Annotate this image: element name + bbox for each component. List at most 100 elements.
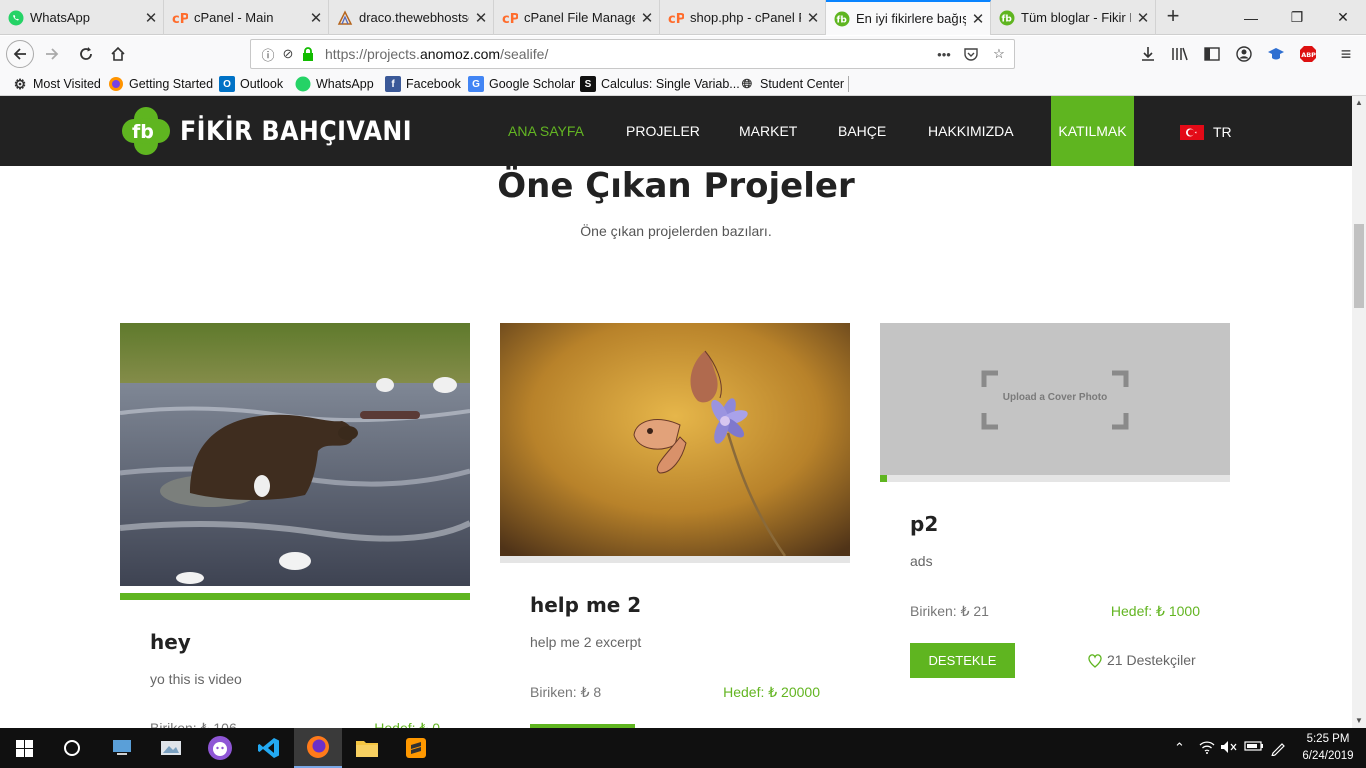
restore-button[interactable]: ❐ xyxy=(1274,0,1320,35)
close-window-button[interactable]: ✕ xyxy=(1320,0,1366,35)
menu-market[interactable]: MARKET xyxy=(739,96,797,166)
section-subtitle: Öne çıkan projelerden bazıları. xyxy=(580,223,772,239)
taskbar-firefox[interactable] xyxy=(294,728,342,768)
page-actions-icon[interactable]: ••• xyxy=(935,45,953,63)
project-cover-image[interactable] xyxy=(120,323,470,586)
bookmark-whatsapp[interactable]: WhatsApp xyxy=(295,75,374,93)
close-icon[interactable]: ✕ xyxy=(469,9,493,27)
tab-cpanel-file-manager[interactable]: cP cPanel File Manager ✕ xyxy=(494,0,660,35)
bookmark-calculus[interactable]: S Calculus: Single Variab... xyxy=(580,75,740,93)
close-icon[interactable]: ✕ xyxy=(635,9,659,27)
supporters-count[interactable]: 21 Destekçiler xyxy=(1087,652,1196,668)
project-cover-image[interactable] xyxy=(500,323,850,556)
site-logo[interactable]: fb FİKİR BAHÇIVANI xyxy=(120,104,444,158)
bookmark-student-center[interactable]: 🌐︎ Student Center xyxy=(739,75,844,93)
tab-cpanel-main[interactable]: cP cPanel - Main ✕ xyxy=(164,0,329,35)
library-icon[interactable] xyxy=(1170,44,1190,64)
cortana-button[interactable] xyxy=(48,728,96,768)
bookmark-getting-started[interactable]: Getting Started xyxy=(108,75,213,93)
home-button[interactable] xyxy=(104,40,132,68)
close-icon[interactable]: ✕ xyxy=(304,9,328,27)
downloads-icon[interactable] xyxy=(1138,44,1158,64)
bookmark-separator xyxy=(848,76,849,92)
new-tab-button[interactable]: + xyxy=(1160,4,1186,30)
close-icon[interactable]: ✕ xyxy=(966,10,990,28)
taskbar-vscode[interactable] xyxy=(245,728,293,768)
forward-button[interactable] xyxy=(38,40,66,68)
tab-title: Tüm bloglar - Fikir Bahçıvanı xyxy=(1021,10,1131,25)
project-title[interactable]: help me 2 xyxy=(530,593,641,617)
scroll-down-arrow[interactable]: ▼ xyxy=(1352,714,1366,728)
google-scholar-icon: G xyxy=(468,76,484,92)
bookmark-label: Calculus: Single Variab... xyxy=(601,77,740,91)
page-scrollbar[interactable]: ▲ ▼ xyxy=(1352,96,1366,728)
tab-draco[interactable]: draco.thewebhostserver ✕ xyxy=(329,0,494,35)
svg-text:cP: cP xyxy=(668,12,684,26)
project-cover-placeholder[interactable]: Upload a Cover Photo xyxy=(880,323,1230,475)
pen-workspace-icon[interactable] xyxy=(1270,740,1286,759)
menu-about[interactable]: HAKKIMIZDA xyxy=(928,96,1014,166)
funding-progress-fill xyxy=(120,593,470,600)
support-button[interactable]: DESTEKLE xyxy=(910,643,1015,678)
account-icon[interactable] xyxy=(1234,44,1254,64)
bookmark-star-icon[interactable]: ☆ xyxy=(990,45,1008,63)
battery-icon[interactable] xyxy=(1244,740,1264,755)
tab-fikir-blogs[interactable]: fb Tüm bloglar - Fikir Bahçıvanı ✕ xyxy=(991,0,1156,35)
tab-whatsapp[interactable]: WhatsApp ✕ xyxy=(0,0,164,35)
browser-tab-bar: WhatsApp ✕ cP cPanel - Main ✕ draco.thew… xyxy=(0,0,1366,35)
url-text[interactable]: https://projects.anomoz.com/sealife/ xyxy=(325,46,548,62)
system-clock[interactable]: 5:25 PM 6/24/2019 xyxy=(1296,731,1360,765)
tray-chevron-icon[interactable]: ⌃ xyxy=(1174,740,1185,756)
menu-garden[interactable]: BAHÇE xyxy=(838,96,886,166)
menu-projects[interactable]: PROJELER xyxy=(626,96,700,166)
funding-progress-bar xyxy=(120,593,470,600)
menu-home[interactable]: ANA SAYFA xyxy=(508,96,584,166)
scroll-thumb[interactable] xyxy=(1354,224,1364,308)
pocket-icon[interactable] xyxy=(962,45,980,63)
minimize-button[interactable]: — xyxy=(1228,0,1274,35)
project-title[interactable]: p2 xyxy=(910,512,938,536)
forward-arrow-icon xyxy=(46,48,59,60)
bookmark-most-visited[interactable]: ⚙ Most Visited xyxy=(12,75,101,93)
project-title[interactable]: hey xyxy=(150,630,191,654)
back-button[interactable] xyxy=(6,40,34,68)
close-icon[interactable]: ✕ xyxy=(139,9,163,27)
bookmark-label: Student Center xyxy=(760,77,845,91)
draco-icon xyxy=(337,9,353,26)
tab-fikir-active[interactable]: fb En iyi fikirlere bağış ✕ xyxy=(826,0,991,35)
reload-button[interactable] xyxy=(72,40,100,68)
tab-title: cPanel File Manager xyxy=(524,10,635,25)
bookmark-outlook[interactable]: O Outlook xyxy=(219,75,283,93)
sidebar-icon[interactable] xyxy=(1202,44,1222,64)
taskbar-this-pc[interactable] xyxy=(99,728,147,768)
funding-progress-fill xyxy=(880,475,888,482)
project-raised: Biriken: ₺ 21 xyxy=(910,603,989,619)
taskbar-sublime[interactable] xyxy=(392,728,440,768)
project-raised: Biriken: ₺ 8 xyxy=(530,684,602,700)
heart-icon xyxy=(1088,653,1102,668)
info-icon[interactable]: ⓘ xyxy=(259,45,277,63)
close-icon[interactable]: ✕ xyxy=(1131,9,1155,27)
lock-icon[interactable] xyxy=(299,45,317,63)
close-icon[interactable]: ✕ xyxy=(801,9,825,27)
wifi-icon[interactable] xyxy=(1199,740,1215,757)
taskbar-file-explorer[interactable] xyxy=(343,728,391,768)
taskbar-app-purple[interactable] xyxy=(196,728,244,768)
taskbar-photos[interactable] xyxy=(147,728,195,768)
hamburger-menu-icon[interactable]: ≡ xyxy=(1336,44,1356,64)
bookmark-label: Getting Started xyxy=(129,77,214,91)
adblock-plus-icon[interactable]: ABP xyxy=(1298,44,1318,64)
tab-shop-php[interactable]: cP shop.php - cPanel File ✕ xyxy=(660,0,826,35)
language-selector[interactable]: TR xyxy=(1180,124,1232,140)
tracking-protection-icon[interactable]: ⊘ xyxy=(279,45,297,63)
join-button[interactable]: KATILMAK xyxy=(1051,96,1134,166)
volume-muted-icon[interactable] xyxy=(1220,740,1238,757)
bookmark-facebook[interactable]: f Facebook xyxy=(385,75,461,93)
start-button[interactable] xyxy=(0,728,48,768)
address-bar[interactable]: ⓘ ⊘ https://projects.anomoz.com/sealife/… xyxy=(250,39,1015,69)
bookmark-label: Most Visited xyxy=(33,77,101,91)
extension-hat-icon[interactable] xyxy=(1266,44,1286,64)
scroll-up-arrow[interactable]: ▲ xyxy=(1352,96,1366,110)
bookmark-google-scholar[interactable]: G Google Scholar xyxy=(468,75,575,93)
supporters-label: 21 Destekçiler xyxy=(1107,652,1196,668)
